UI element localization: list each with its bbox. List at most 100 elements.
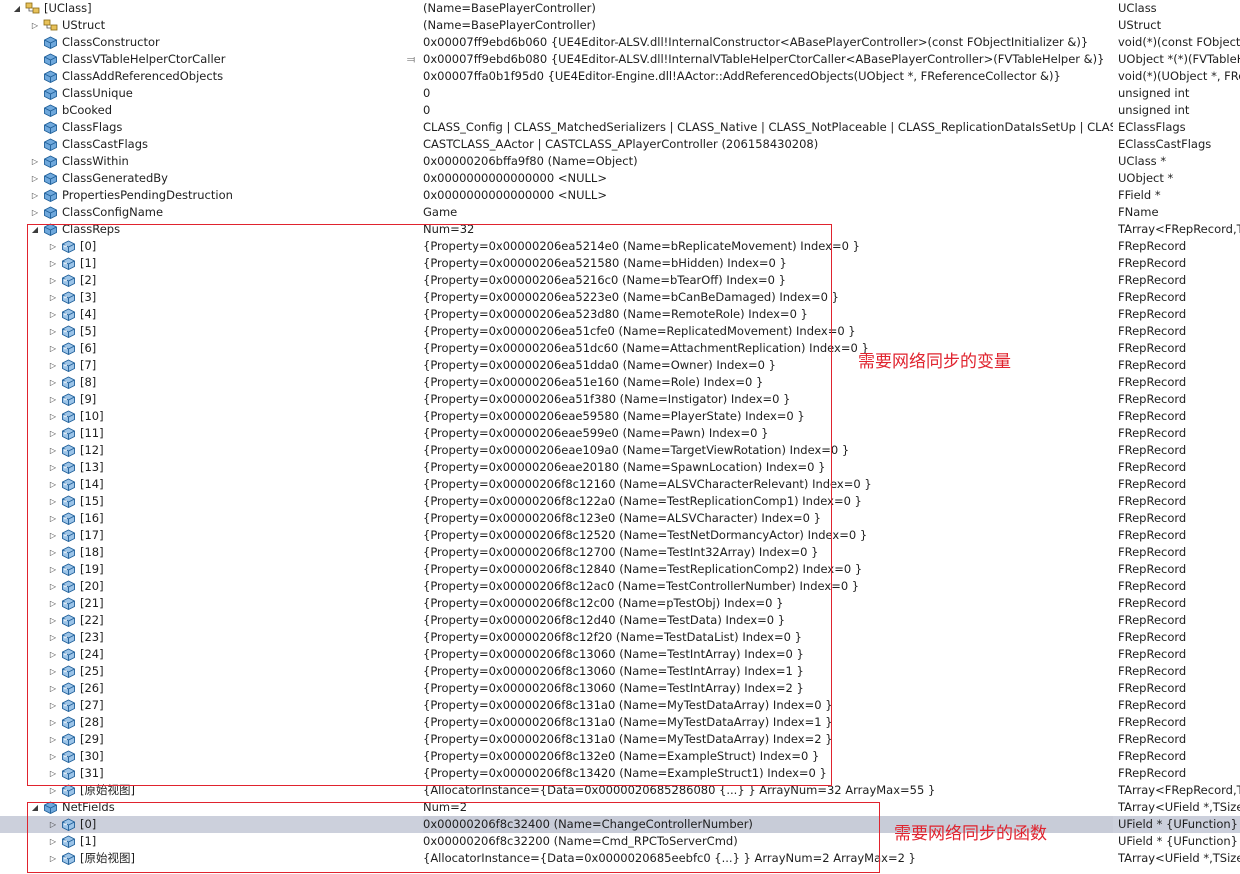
value-cell[interactable]: {Property=0x00000206ea5223e0 (Name=bCanB… xyxy=(423,289,1113,306)
name-cell[interactable]: ClassConstructor xyxy=(0,34,418,51)
watch-row[interactable]: ▷ [20] {Property=0x00000206f8c12ac0 (Name=… xyxy=(0,578,1240,595)
name-cell[interactable]: ▷ [2] xyxy=(0,272,418,289)
value-cell[interactable]: {Property=0x00000206f8c131a0 (Name=MyTes… xyxy=(423,697,1113,714)
watch-row[interactable]: ▷ [18] {Property=0x00000206f8c12700 (Name=… xyxy=(0,544,1240,561)
expand-arrow-icon[interactable]: ▷ xyxy=(48,578,58,595)
expand-arrow-icon[interactable]: ▷ xyxy=(48,527,58,544)
name-cell[interactable]: ▷ [10] xyxy=(0,408,418,425)
name-cell[interactable]: ◢ ClassReps xyxy=(0,221,418,238)
watch-row[interactable]: ▷ [31] {Property=0x00000206f8c13420 (Name=… xyxy=(0,765,1240,782)
expand-arrow-icon[interactable]: ▷ xyxy=(30,204,40,221)
name-cell[interactable]: bCooked xyxy=(0,102,418,119)
watch-row[interactable]: ▷ [9] {Property=0x00000206ea51f380 (Name=I… xyxy=(0,391,1240,408)
watch-row[interactable]: ◢ [UClass] (Name=BasePlayerController) UCla… xyxy=(0,0,1240,17)
watch-row[interactable]: ClassUnique 0 unsigned int xyxy=(0,85,1240,102)
name-cell[interactable]: ▷ [19] xyxy=(0,561,418,578)
watch-row[interactable]: ▷ PropertiesPendingDestruction 0x000000000… xyxy=(0,187,1240,204)
name-cell[interactable]: ▷ UStruct xyxy=(0,17,418,34)
watch-row[interactable]: ▷ ClassGeneratedBy 0x0000000000000000 <NUL… xyxy=(0,170,1240,187)
name-cell[interactable]: ▷ [原始视图] xyxy=(0,850,418,867)
name-cell[interactable]: ▷ [21] xyxy=(0,595,418,612)
watch-row[interactable]: ClassAddReferencedObjects 0x00007ffa0b1f9… xyxy=(0,68,1240,85)
watch-row[interactable]: bCooked 0 unsigned int xyxy=(0,102,1240,119)
watch-row[interactable]: ▷ [30] {Property=0x00000206f8c132e0 (Name=… xyxy=(0,748,1240,765)
expand-arrow-icon[interactable]: ▷ xyxy=(48,425,58,442)
value-cell[interactable]: {Property=0x00000206ea51cfe0 (Name=Repli… xyxy=(423,323,1113,340)
watch-row[interactable]: ▷ ClassConfigName Game FName xyxy=(0,204,1240,221)
name-cell[interactable]: ▷ [29] xyxy=(0,731,418,748)
watch-row[interactable]: ▷ [27] {Property=0x00000206f8c131a0 (Name=… xyxy=(0,697,1240,714)
expand-arrow-icon[interactable]: ▷ xyxy=(48,340,58,357)
name-cell[interactable]: ▷ ClassWithin xyxy=(0,153,418,170)
watch-row[interactable]: ClassConstructor 0x00007ff9ebd6b060 {UE4E… xyxy=(0,34,1240,51)
value-cell[interactable]: {Property=0x00000206eae20180 (Name=Spawn… xyxy=(423,459,1113,476)
expand-arrow-icon[interactable]: ▷ xyxy=(48,714,58,731)
name-cell[interactable]: ▷ [26] xyxy=(0,680,418,697)
expand-arrow-icon[interactable]: ▷ xyxy=(48,374,58,391)
watch-row[interactable]: ▷ [12] {Property=0x00000206eae109a0 (Name=… xyxy=(0,442,1240,459)
value-cell[interactable]: {Property=0x00000206ea51e160 (Name=Role)… xyxy=(423,374,1113,391)
expand-arrow-icon[interactable]: ▷ xyxy=(48,306,58,323)
name-cell[interactable]: ▷ [12] xyxy=(0,442,418,459)
watch-row[interactable]: ▷ [28] {Property=0x00000206f8c131a0 (Name=… xyxy=(0,714,1240,731)
value-cell[interactable]: {Property=0x00000206f8c131a0 (Name=MyTes… xyxy=(423,714,1113,731)
watch-row[interactable]: ▷ [0] 0x00000206f8c32400 (Name=ChangeContr… xyxy=(0,816,1240,833)
name-cell[interactable]: ◢ [UClass] xyxy=(0,0,418,17)
value-cell[interactable]: {Property=0x00000206f8c132e0 (Name=Examp… xyxy=(423,748,1113,765)
name-cell[interactable]: ▷ [22] xyxy=(0,612,418,629)
name-cell[interactable]: ClassFlags xyxy=(0,119,418,136)
value-cell[interactable]: {Property=0x00000206f8c12ac0 (Name=TestC… xyxy=(423,578,1113,595)
watch-row[interactable]: ▷ [14] {Property=0x00000206f8c12160 (Name=… xyxy=(0,476,1240,493)
name-cell[interactable]: ▷ [27] xyxy=(0,697,418,714)
name-cell[interactable]: ClassAddReferencedObjects xyxy=(0,68,418,85)
value-cell[interactable]: {Property=0x00000206ea523d80 (Name=Remot… xyxy=(423,306,1113,323)
expand-arrow-icon[interactable]: ▷ xyxy=(30,187,40,204)
name-cell[interactable]: ClassUnique xyxy=(0,85,418,102)
value-cell[interactable]: 0 xyxy=(423,85,1113,102)
name-cell[interactable]: ▷ [11] xyxy=(0,425,418,442)
expand-arrow-icon[interactable]: ▷ xyxy=(48,663,58,680)
watch-row[interactable]: ClassCastFlags CASTCLASS_AActor | CASTCLA… xyxy=(0,136,1240,153)
value-cell[interactable]: {Property=0x00000206f8c122a0 (Name=TestR… xyxy=(423,493,1113,510)
value-cell[interactable]: Game xyxy=(423,204,1113,221)
name-cell[interactable]: ▷ [18] xyxy=(0,544,418,561)
name-cell[interactable]: ClassVTableHelperCtorCaller ⫤ xyxy=(0,51,418,68)
watch-row[interactable]: ▷ [5] {Property=0x00000206ea51cfe0 (Name=R… xyxy=(0,323,1240,340)
expand-arrow-icon[interactable]: ▷ xyxy=(30,153,40,170)
expand-arrow-icon[interactable]: ▷ xyxy=(30,170,40,187)
value-cell[interactable]: {Property=0x00000206ea521580 (Name=bHidd… xyxy=(423,255,1113,272)
value-cell[interactable]: Num=32 xyxy=(423,221,1113,238)
expand-arrow-icon[interactable]: ▷ xyxy=(48,646,58,663)
value-cell[interactable]: {AllocatorInstance={Data=0x0000020685286… xyxy=(423,782,1113,799)
value-cell[interactable]: {Property=0x00000206f8c123e0 (Name=ALSVC… xyxy=(423,510,1113,527)
value-cell[interactable]: {Property=0x00000206f8c131a0 (Name=MyTes… xyxy=(423,731,1113,748)
watch-row[interactable]: ▷ [8] {Property=0x00000206ea51e160 (Name=R… xyxy=(0,374,1240,391)
watch-row[interactable]: ▷ [11] {Property=0x00000206eae599e0 (Name=… xyxy=(0,425,1240,442)
expand-arrow-icon[interactable]: ▷ xyxy=(48,595,58,612)
expand-arrow-icon[interactable]: ▷ xyxy=(30,17,40,34)
value-cell[interactable]: 0x00007ff9ebd6b080 {UE4Editor-ALSV.dll!I… xyxy=(423,51,1113,68)
name-cell[interactable]: ▷ [9] xyxy=(0,391,418,408)
watch-row[interactable]: ▷ [19] {Property=0x00000206f8c12840 (Name=… xyxy=(0,561,1240,578)
watch-row[interactable]: ▷ [25] {Property=0x00000206f8c13060 (Name=… xyxy=(0,663,1240,680)
name-cell[interactable]: ▷ [3] xyxy=(0,289,418,306)
name-cell[interactable]: ▷ [1] xyxy=(0,833,418,850)
value-cell[interactable]: {Property=0x00000206ea5214e0 (Name=bRepl… xyxy=(423,238,1113,255)
watch-row[interactable]: ▷ [24] {Property=0x00000206f8c13060 (Name=… xyxy=(0,646,1240,663)
watch-row[interactable]: ▷ [22] {Property=0x00000206f8c12d40 (Name=… xyxy=(0,612,1240,629)
name-cell[interactable]: ▷ [8] xyxy=(0,374,418,391)
name-cell[interactable]: ▷ [0] xyxy=(0,238,418,255)
name-cell[interactable]: ▷ ClassConfigName xyxy=(0,204,418,221)
value-cell[interactable]: 0x0000000000000000 <NULL> xyxy=(423,187,1113,204)
watch-row[interactable]: ▷ [21] {Property=0x00000206f8c12c00 (Name=… xyxy=(0,595,1240,612)
expand-arrow-icon[interactable]: ▷ xyxy=(48,850,58,867)
value-cell[interactable]: {AllocatorInstance={Data=0x0000020685eeb… xyxy=(423,850,1113,867)
expand-arrow-icon[interactable]: ▷ xyxy=(48,289,58,306)
watch-row[interactable]: ▷ [17] {Property=0x00000206f8c12520 (Name=… xyxy=(0,527,1240,544)
name-cell[interactable]: ▷ [原始视图] xyxy=(0,782,418,799)
value-cell[interactable]: {Property=0x00000206f8c13060 (Name=TestI… xyxy=(423,680,1113,697)
value-cell[interactable]: CASTCLASS_AActor | CASTCLASS_APlayerCont… xyxy=(423,136,1113,153)
value-cell[interactable]: {Property=0x00000206f8c12840 (Name=TestR… xyxy=(423,561,1113,578)
value-cell[interactable]: {Property=0x00000206eae59580 (Name=Playe… xyxy=(423,408,1113,425)
watch-row[interactable]: ▷ [23] {Property=0x00000206f8c12f20 (Name=… xyxy=(0,629,1240,646)
